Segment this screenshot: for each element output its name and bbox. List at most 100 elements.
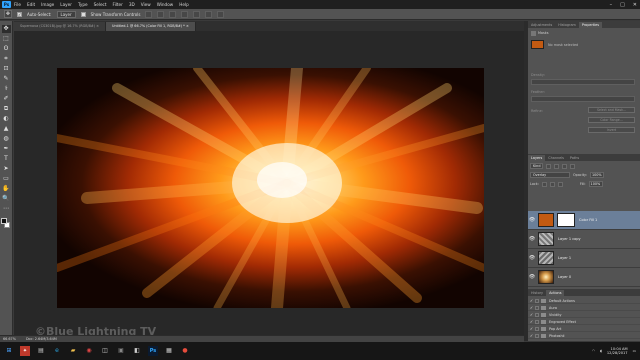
auto-select-target-dropdown[interactable]: Layer bbox=[56, 10, 76, 18]
tab-untitled-1[interactable]: Untitled-1 @ 66.7% (Color Fill 1, RGB/8#… bbox=[105, 22, 196, 31]
align-top-icon[interactable] bbox=[145, 10, 153, 18]
clock[interactable]: 10:04 AM 12/28/2017 bbox=[607, 347, 628, 356]
quick-select-tool-icon[interactable]: ⌗ bbox=[2, 55, 11, 63]
layer-row-color-fill[interactable]: 👁 Color Fill 1 bbox=[528, 211, 640, 230]
invert-button[interactable]: Invert bbox=[588, 127, 635, 133]
close-icon[interactable]: ✕ bbox=[633, 2, 637, 8]
document-canvas[interactable] bbox=[57, 68, 484, 308]
blend-mode-dropdown[interactable]: Overlay bbox=[530, 172, 570, 178]
menu-file[interactable]: File bbox=[14, 2, 21, 7]
edge-browser-icon[interactable]: e bbox=[52, 346, 62, 356]
history-brush-tool-icon[interactable]: ◐ bbox=[2, 115, 11, 123]
dialog-toggle-icon[interactable] bbox=[535, 298, 539, 303]
visibility-eye-icon[interactable]: 👁 bbox=[528, 217, 536, 223]
action-check-icon[interactable]: ✓ bbox=[528, 312, 535, 317]
fill-input[interactable]: 100% bbox=[588, 181, 603, 187]
layer-name[interactable]: Color Fill 1 bbox=[579, 218, 597, 222]
layer-name[interactable]: Layer 0 bbox=[558, 275, 571, 279]
action-check-icon[interactable]: ✓ bbox=[528, 298, 535, 303]
volume-icon[interactable]: ◖ bbox=[600, 349, 602, 353]
opacity-input[interactable]: 100% bbox=[589, 172, 604, 178]
more-tools-icon[interactable]: ⋯ bbox=[2, 205, 11, 213]
menu-filter[interactable]: Filter bbox=[112, 2, 122, 7]
action-check-icon[interactable]: ✓ bbox=[528, 305, 535, 310]
action-set-item[interactable]: ✓ Photoshii bbox=[528, 333, 640, 339]
layer-row-layer-1[interactable]: 👁 Layer 1 bbox=[528, 249, 640, 268]
distribute-icon[interactable] bbox=[217, 10, 225, 18]
color-swatches[interactable] bbox=[1, 218, 11, 229]
action-set-item[interactable]: ✓ Pop Art bbox=[528, 326, 640, 332]
action-set-item[interactable]: ✓ Vividity bbox=[528, 312, 640, 318]
app-icon[interactable]: ● bbox=[180, 346, 190, 356]
align-right-icon[interactable] bbox=[205, 10, 213, 18]
crop-tool-icon[interactable]: ⊡ bbox=[2, 65, 11, 73]
menu-select[interactable]: Select bbox=[94, 2, 107, 7]
align-bottom-icon[interactable] bbox=[169, 10, 177, 18]
visibility-eye-icon[interactable]: 👁 bbox=[528, 236, 536, 242]
dialog-toggle-icon[interactable] bbox=[535, 305, 539, 310]
menu-help[interactable]: Help bbox=[179, 2, 189, 7]
action-check-icon[interactable]: ✓ bbox=[528, 319, 535, 324]
menu-image[interactable]: Image bbox=[41, 2, 54, 7]
action-set-item[interactable]: ✓ Engraved Effect bbox=[528, 319, 640, 325]
clone-stamp-tool-icon[interactable]: ⧉ bbox=[2, 105, 11, 113]
maximize-icon[interactable]: □ bbox=[620, 2, 625, 8]
media-icon[interactable]: ◉ bbox=[84, 346, 94, 356]
app-icon[interactable]: ◧ bbox=[132, 346, 142, 356]
layer-name[interactable]: Layer 1 copy bbox=[558, 237, 581, 241]
action-set-item[interactable]: ✓ Default Actions bbox=[528, 298, 640, 304]
windows-start-icon[interactable]: ⊞ bbox=[4, 346, 14, 356]
app-icon[interactable]: ▣ bbox=[116, 346, 126, 356]
path-selection-tool-icon[interactable]: ➤ bbox=[2, 165, 11, 173]
layer-kind-dropdown[interactable]: Kind bbox=[530, 163, 544, 169]
layer-row-layer-1-copy[interactable]: 👁 Layer 1 copy bbox=[528, 230, 640, 249]
density-slider[interactable] bbox=[531, 79, 635, 85]
filter-shape-icon[interactable] bbox=[570, 163, 576, 169]
marquee-tool-icon[interactable]: ⬚ bbox=[2, 35, 11, 43]
lock-position-icon[interactable] bbox=[549, 181, 555, 187]
type-tool-icon[interactable]: T bbox=[2, 155, 11, 163]
lock-pixels-icon[interactable] bbox=[541, 181, 547, 187]
healing-brush-tool-icon[interactable]: ⚕ bbox=[2, 85, 11, 93]
color-range-button[interactable]: Color Range... bbox=[588, 117, 635, 123]
foreground-color-swatch[interactable] bbox=[1, 218, 7, 224]
eyedropper-tool-icon[interactable]: ✎ bbox=[2, 75, 11, 83]
minimize-icon[interactable]: – bbox=[610, 2, 613, 8]
dialog-toggle-icon[interactable] bbox=[535, 319, 539, 324]
notifications-icon[interactable]: ▭ bbox=[633, 349, 636, 353]
dialog-toggle-icon[interactable] bbox=[535, 333, 539, 338]
action-set-item[interactable]: ✓ Aura bbox=[528, 305, 640, 311]
zoom-tool-icon[interactable]: 🔍 bbox=[2, 195, 11, 203]
action-check-icon[interactable]: ✓ bbox=[528, 333, 535, 338]
app-icon[interactable]: ◫ bbox=[100, 346, 110, 356]
menu-edit[interactable]: Edit bbox=[27, 2, 35, 7]
brush-tool-icon[interactable]: ✐ bbox=[2, 95, 11, 103]
align-middle-icon[interactable] bbox=[157, 10, 165, 18]
menu-layer[interactable]: Layer bbox=[60, 2, 72, 7]
filter-type-icon[interactable] bbox=[562, 163, 568, 169]
align-center-icon[interactable] bbox=[193, 10, 201, 18]
lock-all-icon[interactable] bbox=[557, 181, 563, 187]
layer-row-layer-0[interactable]: 👁 Layer 0 bbox=[528, 268, 640, 287]
hand-tool-icon[interactable]: ✋ bbox=[2, 185, 11, 193]
network-icon[interactable]: ◠ bbox=[592, 349, 595, 353]
menu-type[interactable]: Type bbox=[78, 2, 88, 7]
folder-icon[interactable]: ▰ bbox=[68, 346, 78, 356]
select-and-mask-button[interactable]: Select and Mask... bbox=[588, 107, 635, 113]
lasso-tool-icon[interactable]: ʘ bbox=[2, 45, 11, 53]
menu-window[interactable]: Window bbox=[157, 2, 174, 7]
gradient-tool-icon[interactable]: ▲ bbox=[2, 125, 11, 133]
visibility-eye-icon[interactable]: 👁 bbox=[528, 255, 536, 261]
move-tool-icon[interactable]: ✥ bbox=[1, 25, 11, 33]
tab-supernova[interactable]: Supernova (CS301B).jpg @ 16.7% (RGB/8#) … bbox=[14, 22, 106, 31]
app-icon[interactable]: ▦ bbox=[164, 346, 174, 356]
action-check-icon[interactable]: ✓ bbox=[528, 326, 535, 331]
menu-3d[interactable]: 3D bbox=[129, 2, 135, 7]
rectangle-tool-icon[interactable]: ▭ bbox=[2, 175, 11, 183]
dialog-toggle-icon[interactable] bbox=[535, 312, 539, 317]
filter-pixel-icon[interactable] bbox=[546, 163, 552, 169]
dialog-toggle-icon[interactable] bbox=[535, 326, 539, 331]
dodge-tool-icon[interactable]: ◍ bbox=[2, 135, 11, 143]
app-red-icon[interactable]: ✦ bbox=[20, 346, 30, 356]
zoom-level[interactable]: 66.67% bbox=[3, 337, 16, 341]
